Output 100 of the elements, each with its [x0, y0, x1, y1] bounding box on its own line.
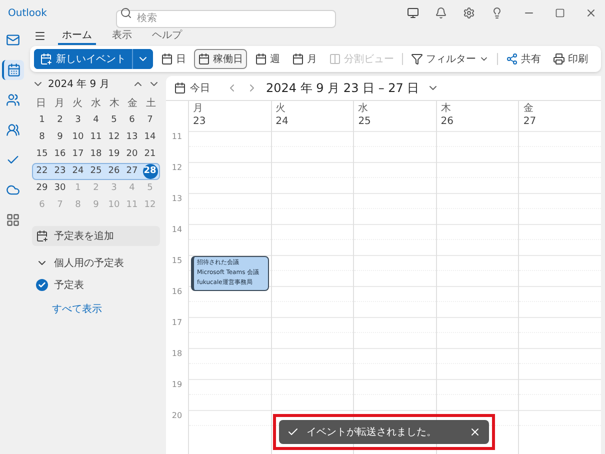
day-cell[interactable]: 4	[88, 113, 104, 128]
check-icon	[286, 426, 298, 438]
day-cell[interactable]: 29	[34, 181, 50, 196]
day-cell[interactable]: 23	[52, 164, 68, 179]
hour-label: 18	[172, 350, 182, 360]
dropdown-button[interactable]	[132, 49, 153, 69]
people-icon	[6, 93, 20, 107]
weekday-label: 火	[276, 103, 287, 116]
hour-label: 16	[172, 288, 182, 298]
hour-label: 15	[172, 257, 182, 267]
add-calendar-button[interactable]: 予定表を追加	[32, 226, 160, 246]
day-cell[interactable]: 2	[52, 113, 68, 128]
day-cell[interactable]: 1	[34, 113, 50, 128]
weekday-label: 日	[35, 97, 48, 111]
search-icon	[120, 7, 132, 19]
day-cell[interactable]: 6	[124, 113, 140, 128]
calendar-plus-icon	[36, 230, 48, 242]
day-cell[interactable]: 20	[124, 147, 140, 162]
weekday-label: 土	[144, 96, 157, 111]
day-cell[interactable]: 16	[52, 147, 68, 162]
day-cell[interactable]: 25	[88, 164, 104, 179]
nav-rail-item[interactable]	[2, 60, 24, 80]
hour-label: 12	[172, 164, 182, 174]
hour-label: 20	[172, 412, 182, 422]
day-cell[interactable]: 14	[142, 130, 158, 145]
monitor-icon[interactable]	[407, 7, 419, 19]
day-cell[interactable]: 28	[142, 164, 158, 179]
day-cell[interactable]: 9	[52, 130, 68, 145]
calendar-group-header[interactable]: 個人用の予定表	[32, 254, 160, 272]
day-cell[interactable]: 21	[142, 147, 158, 162]
toast-message: イベントが転送されました。	[306, 426, 438, 440]
day-cell[interactable]: 5	[106, 113, 122, 128]
hour-label: 14	[172, 226, 182, 236]
day-cell[interactable]: 7	[142, 113, 158, 128]
group-icon	[6, 123, 20, 137]
day-cell[interactable]: 30	[52, 181, 68, 196]
printer-icon	[553, 53, 565, 65]
maximize-icon[interactable]	[555, 8, 565, 18]
cloud-icon	[6, 183, 20, 197]
day-cell[interactable]: 8	[34, 130, 50, 145]
calendar-icon	[198, 53, 210, 65]
ribbon-button[interactable]: 月	[288, 49, 321, 69]
day-cell[interactable]: 27	[124, 164, 140, 179]
weekday-label: 水	[358, 103, 370, 116]
hour-label: 11	[172, 133, 182, 143]
grid-icon	[6, 213, 20, 227]
day-cell[interactable]: 22	[34, 164, 50, 179]
calendar-icon	[255, 53, 267, 65]
day-number: 25	[358, 116, 372, 128]
search-field[interactable]: 検索	[116, 10, 336, 28]
today-button[interactable]: 今日	[174, 80, 210, 96]
day-number: 23	[193, 116, 207, 128]
calendar-icon	[292, 53, 304, 65]
bell-icon[interactable]	[435, 7, 447, 19]
weekday-label: 月	[53, 97, 66, 111]
day-cell[interactable]: 26	[106, 164, 122, 179]
settings-icon[interactable]	[463, 7, 475, 19]
date-range[interactable]: 2024 年 9 月 23 日 – 27 日	[266, 79, 420, 97]
day-cell[interactable]: 15	[34, 147, 50, 162]
day-cell[interactable]: 24	[70, 164, 86, 179]
calendar-plus-icon	[40, 53, 52, 65]
ribbon-button[interactable]: 稼働日	[194, 49, 247, 69]
close-icon[interactable]	[585, 7, 597, 19]
ribbon-tab[interactable]: 表示	[108, 27, 136, 45]
mail-icon	[6, 33, 20, 47]
ribbon-button[interactable]: フィルター	[407, 49, 493, 69]
day-cell[interactable]: 10	[70, 130, 86, 145]
weekday-label: 月	[193, 103, 204, 116]
day-cell[interactable]: 13	[124, 130, 140, 145]
calendar-item[interactable]: 予定表	[32, 276, 160, 294]
calendar-icon	[7, 63, 21, 77]
day-cell[interactable]: 11	[88, 130, 104, 145]
ribbon-button[interactable]: 印刷	[549, 49, 592, 69]
columns-icon	[329, 53, 341, 65]
close-icon[interactable]	[468, 426, 480, 438]
day-cell[interactable]: 19	[106, 147, 122, 162]
ribbon-tab[interactable]: ヘルプ	[148, 27, 186, 45]
weekday-label: 木	[108, 96, 120, 111]
ribbon-button[interactable]: 日	[157, 49, 190, 69]
hour-label: 19	[172, 381, 182, 391]
ribbon-button[interactable]: 共有	[502, 49, 545, 69]
day-cell[interactable]: 17	[70, 147, 86, 162]
lightbulb-icon[interactable]	[491, 7, 503, 19]
weekday-label: 金	[523, 103, 534, 116]
weekday-label: 水	[90, 96, 102, 111]
month-title: 2024 年 9 月	[48, 78, 110, 92]
hour-label: 13	[172, 195, 182, 205]
calendar-icon	[161, 53, 173, 65]
day-cell[interactable]: 12	[106, 130, 122, 145]
hour-label: 17	[172, 319, 182, 329]
weekday-label: 火	[72, 96, 84, 111]
menu-icon[interactable]	[34, 30, 46, 42]
day-cell[interactable]: 18	[88, 147, 104, 162]
ribbon-button[interactable]: 週	[251, 49, 284, 69]
day-cell[interactable]: 3	[70, 113, 86, 128]
weekday-label: 木	[440, 103, 452, 116]
calendar-icon	[174, 82, 186, 94]
day-number: 27	[523, 116, 538, 128]
show-all-link[interactable]: すべて表示	[52, 302, 160, 317]
day-number: 24	[276, 116, 290, 128]
